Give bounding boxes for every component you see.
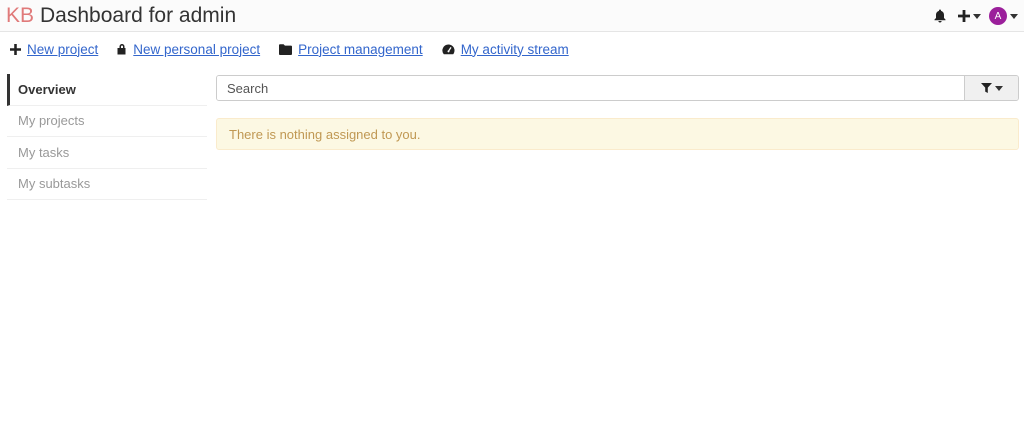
filter-icon — [980, 83, 992, 93]
chevron-down-icon — [994, 85, 1003, 91]
plus-icon — [10, 43, 21, 55]
lock-icon — [117, 44, 126, 55]
sidebar-item-my-tasks[interactable]: My tasks — [7, 137, 207, 169]
sidebar-item-my-subtasks[interactable]: My subtasks — [7, 169, 207, 200]
new-project-action: New project — [10, 42, 98, 57]
notifications-bell-icon[interactable] — [934, 9, 946, 23]
kanboard-logo[interactable]: KB — [6, 4, 34, 27]
new-personal-project-link[interactable]: New personal project — [133, 42, 260, 57]
activity-stream-action: My activity stream — [442, 42, 569, 57]
empty-assignments-alert: There is nothing assigned to you. — [216, 118, 1019, 150]
dashboard-actions: New project New personal project Project… — [10, 40, 588, 58]
chevron-down-icon — [973, 13, 981, 19]
user-menu-button[interactable]: A — [989, 7, 1018, 25]
page-title: Dashboard for admin — [40, 4, 237, 27]
chevron-down-icon — [1010, 13, 1018, 19]
activity-stream-link[interactable]: My activity stream — [461, 42, 569, 57]
header-menus: A — [934, 6, 1018, 26]
sidebar-item-my-projects[interactable]: My projects — [7, 106, 207, 137]
project-management-action: Project management — [279, 42, 423, 57]
search-input[interactable] — [217, 76, 964, 100]
brand: KB Dashboard for admin — [6, 3, 236, 29]
search-bar — [216, 75, 1019, 101]
new-project-link[interactable]: New project — [27, 42, 98, 57]
project-management-link[interactable]: Project management — [298, 42, 423, 57]
sidebar: Overview My projects My tasks My subtask… — [7, 74, 207, 200]
sidebar-item-overview[interactable]: Overview — [7, 74, 207, 106]
create-menu-button[interactable] — [958, 10, 981, 22]
avatar: A — [989, 7, 1007, 25]
dashboard-gauge-icon — [442, 43, 455, 54]
plus-icon — [958, 10, 970, 22]
folder-icon — [279, 43, 293, 55]
new-personal-project-action: New personal project — [117, 42, 260, 57]
filter-dropdown-button[interactable] — [964, 76, 1018, 100]
top-header: KB Dashboard for admin A — [0, 0, 1024, 32]
